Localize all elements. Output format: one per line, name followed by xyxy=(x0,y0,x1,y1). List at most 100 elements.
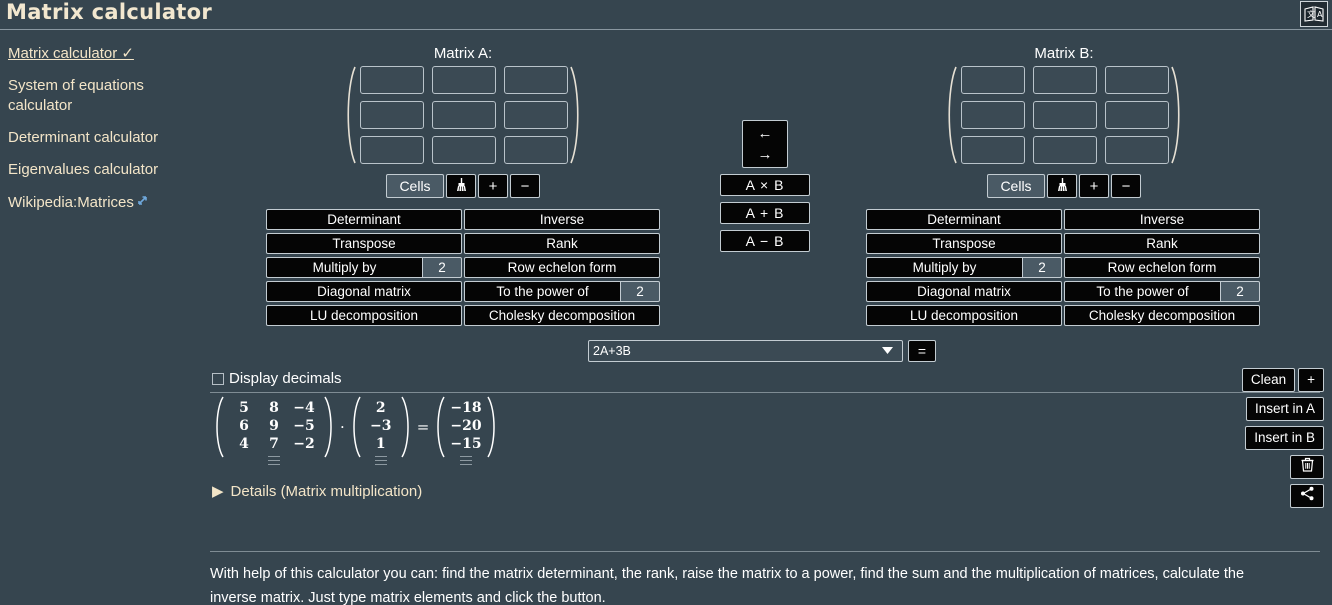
operand1-row: 6 9 −5 xyxy=(229,417,319,435)
expression-evaluate-button[interactable]: = xyxy=(908,340,936,362)
matrix-b-grid-wrap xyxy=(948,66,1180,164)
matrix-a-inverse-button[interactable]: Inverse xyxy=(464,209,660,230)
sidebar-item-system-of-equations[interactable]: System of equations calculator xyxy=(8,76,193,116)
operand1-resize-handle[interactable] xyxy=(268,456,280,465)
matrix-a-add-dimension-button[interactable]: + xyxy=(478,174,508,198)
matrix-b-cell-1-0[interactable] xyxy=(961,101,1025,129)
sidebar-item-eigenvalues[interactable]: Eigenvalues calculator xyxy=(8,160,158,180)
matrix-b-cell-1-1[interactable] xyxy=(1033,101,1097,129)
clean-button[interactable]: Clean xyxy=(1241,368,1296,392)
result-output-wrap: −18 −20 −15 xyxy=(431,396,500,465)
add-result-button[interactable]: + xyxy=(1298,368,1324,392)
a-times-b-button[interactable]: A × B xyxy=(720,174,810,196)
matrix-b-cell-1-2[interactable] xyxy=(1105,101,1169,129)
matrix-a-cell-2-1[interactable] xyxy=(432,136,496,164)
footer-description: With help of this calculator you can: fi… xyxy=(210,566,1245,605)
matrix-a-cholesky-button[interactable]: Cholesky decomposition xyxy=(464,305,660,326)
matrix-a-cell-0-0[interactable] xyxy=(360,66,424,94)
operand2-row: 2 xyxy=(366,399,396,417)
matrix-b-cell-2-2[interactable] xyxy=(1105,136,1169,164)
matrix-a-clear-button[interactable] xyxy=(446,174,476,198)
matrix-a-multiply-by-input[interactable] xyxy=(422,257,462,278)
share-row xyxy=(1224,484,1324,508)
matrix-b-inverse-button[interactable]: Inverse xyxy=(1064,209,1260,230)
matrix-a-transpose-button[interactable]: Transpose xyxy=(266,233,462,254)
matrix-b-power-group: To the power of xyxy=(1064,281,1260,302)
matrix-a-determinant-button[interactable]: Determinant xyxy=(266,209,462,230)
matrix-b-cell-0-1[interactable] xyxy=(1033,66,1097,94)
details-toggle[interactable]: ▶ Details (Matrix multiplication) xyxy=(212,482,422,501)
matrix-b-cell-0-2[interactable] xyxy=(1105,66,1169,94)
display-decimals-checkbox[interactable] xyxy=(212,372,224,385)
matrix-a-cell-1-0[interactable] xyxy=(360,101,424,129)
insert-in-a-button[interactable]: Insert in A xyxy=(1245,397,1324,421)
expression-select[interactable]: 2A+3B xyxy=(588,340,903,362)
result-divider xyxy=(210,392,1320,393)
matrix-a-cell-0-1[interactable] xyxy=(432,66,496,94)
matrix-a-cell-1-2[interactable] xyxy=(504,101,568,129)
result-output: −18 −20 −15 xyxy=(433,396,498,458)
matrix-b-cholesky-button[interactable]: Cholesky decomposition xyxy=(1064,305,1260,326)
clean-row: Clean + xyxy=(1224,368,1324,392)
operand1-cell: 7 xyxy=(269,436,279,452)
matrix-a-panel: Matrix A: Cells + − Determinant Inverse … xyxy=(266,44,660,326)
matrix-b-rank-button[interactable]: Rank xyxy=(1064,233,1260,254)
svg-text:文: 文 xyxy=(1307,9,1315,19)
delete-result-button[interactable] xyxy=(1290,455,1324,479)
matrix-b-multiply-by-input[interactable] xyxy=(1022,257,1062,278)
matrix-b-cell-0-0[interactable] xyxy=(961,66,1025,94)
matrix-a-remove-dimension-button[interactable]: − xyxy=(510,174,540,198)
matrix-b-diagonal-button[interactable]: Diagonal matrix xyxy=(866,281,1062,302)
matrix-b-multiply-by-button[interactable]: Multiply by xyxy=(866,257,1022,278)
a-plus-b-button[interactable]: A + B xyxy=(720,202,810,224)
operand1-cell: 4 xyxy=(239,436,249,452)
matrix-b-power-button[interactable]: To the power of xyxy=(1064,281,1220,302)
sidebar-item-determinant[interactable]: Determinant calculator xyxy=(8,128,158,148)
matrix-a-cell-2-2[interactable] xyxy=(504,136,568,164)
matrix-a-multiply-by-button[interactable]: Multiply by xyxy=(266,257,422,278)
arrow-left-icon: ← xyxy=(757,125,773,142)
matrix-b-cells-button[interactable]: Cells xyxy=(987,174,1045,198)
result-actions: Clean + Insert in A Insert in B xyxy=(1224,368,1324,513)
matrix-a-cell-1-1[interactable] xyxy=(432,101,496,129)
matrix-a-cell-2-0[interactable] xyxy=(360,136,424,164)
result-operand2-wrap: 2 −3 1 xyxy=(347,396,415,465)
operand2-right-paren xyxy=(400,396,413,458)
matrix-a-power-button[interactable]: To the power of xyxy=(464,281,620,302)
output-cell: −15 xyxy=(450,436,482,452)
matrix-b-add-dimension-button[interactable]: + xyxy=(1079,174,1109,198)
matrix-b-row-echelon-button[interactable]: Row echelon form xyxy=(1064,257,1260,278)
operand1-cell: −2 xyxy=(293,436,315,452)
output-resize-handle[interactable] xyxy=(459,456,472,465)
matrix-a-lu-button[interactable]: LU decomposition xyxy=(266,305,462,326)
matrix-b-label: Matrix B: xyxy=(1034,45,1094,62)
matrix-a-power-input[interactable] xyxy=(620,281,660,302)
share-result-button[interactable] xyxy=(1290,484,1324,508)
matrix-b-transpose-button[interactable]: Transpose xyxy=(866,233,1062,254)
operand2-row: −3 xyxy=(366,417,396,435)
matrix-a-cells-button[interactable]: Cells xyxy=(386,174,444,198)
language-icon[interactable]: 文 A xyxy=(1300,1,1328,27)
matrix-b-lu-button[interactable]: LU decomposition xyxy=(866,305,1062,326)
matrix-a-diagonal-button[interactable]: Diagonal matrix xyxy=(266,281,462,302)
sidebar-item-wikipedia-matrices[interactable]: Wikipedia:Matrices xyxy=(8,192,148,213)
matrix-a-row-echelon-button[interactable]: Row echelon form xyxy=(464,257,660,278)
sidebar-item-matrix-calculator[interactable]: Matrix calculator ✓ xyxy=(8,44,134,64)
broom-icon xyxy=(454,177,469,196)
operand2-cell: 2 xyxy=(375,400,386,416)
result-operand1-wrap: 5 8 −4 6 9 −5 4 7 −2 xyxy=(210,396,338,465)
matrix-b-determinant-button[interactable]: Determinant xyxy=(866,209,1062,230)
delete-row xyxy=(1224,455,1324,479)
matrix-a-rank-button[interactable]: Rank xyxy=(464,233,660,254)
matrix-b-cell-2-0[interactable] xyxy=(961,136,1025,164)
matrix-b-cell-2-1[interactable] xyxy=(1033,136,1097,164)
matrix-b-clear-button[interactable] xyxy=(1047,174,1077,198)
a-minus-b-button[interactable]: A − B xyxy=(720,230,810,252)
matrix-a-cell-0-2[interactable] xyxy=(504,66,568,94)
matrix-b-power-input[interactable] xyxy=(1220,281,1260,302)
matrix-a-grid xyxy=(360,66,568,164)
swap-matrices-button[interactable]: ← → xyxy=(742,120,788,168)
matrix-b-remove-dimension-button[interactable]: − xyxy=(1111,174,1141,198)
insert-in-b-button[interactable]: Insert in B xyxy=(1245,426,1324,450)
operand2-resize-handle[interactable] xyxy=(374,456,387,465)
